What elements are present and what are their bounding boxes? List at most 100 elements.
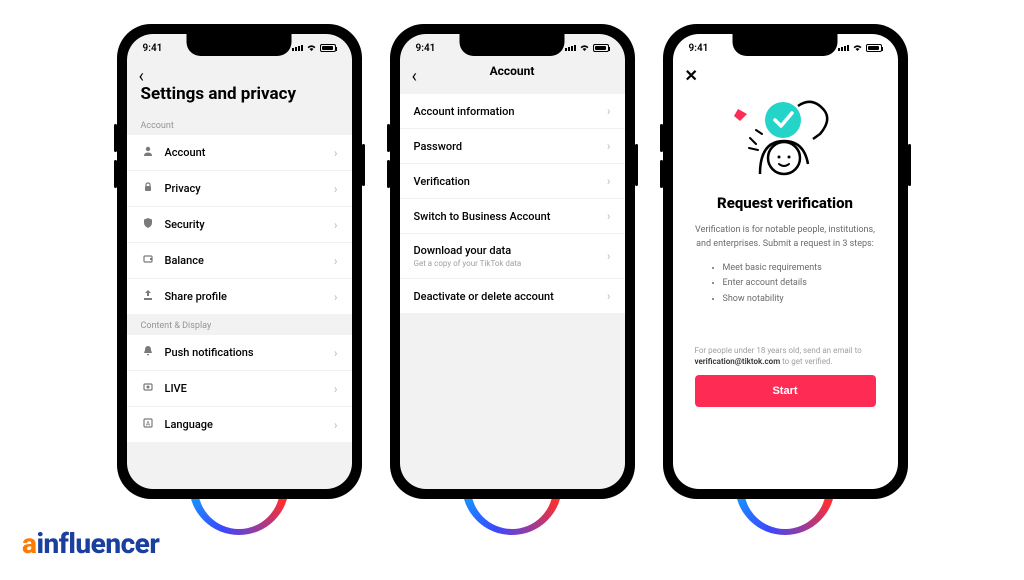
power-button xyxy=(635,144,638,186)
row-switch-business[interactable]: Switch to Business Account› xyxy=(400,199,625,234)
row-label: Push notifications xyxy=(165,346,334,359)
row-deactivate[interactable]: Deactivate or delete account› xyxy=(400,279,625,313)
svg-text:A: A xyxy=(146,421,150,428)
battery-icon xyxy=(866,44,882,52)
row-account[interactable]: Account › xyxy=(127,135,352,171)
chevron-right-icon: › xyxy=(334,182,338,196)
chevron-right-icon: › xyxy=(334,346,338,360)
note-part: to get verified. xyxy=(782,357,832,366)
wifi-icon xyxy=(852,43,863,54)
verify-steps: Meet basic requirements Enter account de… xyxy=(695,261,876,307)
row-text: Download your data xyxy=(414,244,512,257)
row-label: Balance xyxy=(165,254,334,267)
back-icon[interactable]: ‹ xyxy=(139,66,144,87)
signal-icon xyxy=(292,45,303,51)
notch xyxy=(187,34,292,56)
row-download-data[interactable]: Download your data Get a copy of your Ti… xyxy=(400,234,625,279)
row-push-notifications[interactable]: Push notifications › xyxy=(127,335,352,371)
status-time: 9:41 xyxy=(689,43,709,54)
step-item: Show notability xyxy=(723,292,876,307)
status-right xyxy=(565,43,609,54)
phone-frame: 9:41 ‹ Settings and privacy Account xyxy=(117,24,362,499)
chevron-right-icon: › xyxy=(607,139,611,153)
close-icon[interactable]: ✕ xyxy=(685,66,698,85)
section-label-content: Content & Display xyxy=(127,314,352,335)
row-live[interactable]: LIVE › xyxy=(127,371,352,407)
note-email: verification@tiktok.com xyxy=(695,357,781,366)
row-verification[interactable]: Verification› xyxy=(400,164,625,199)
page-title: Settings and privacy xyxy=(141,84,338,104)
row-balance[interactable]: Balance › xyxy=(127,243,352,279)
row-share-profile[interactable]: Share profile › xyxy=(127,279,352,314)
signal-icon xyxy=(838,45,849,51)
share-icon xyxy=(141,289,155,304)
brand-a: a xyxy=(22,527,36,560)
step-number: 2 xyxy=(505,502,520,532)
phone-frame: 9:41 ✕ xyxy=(663,24,908,499)
row-label: Download your data Get a copy of your Ti… xyxy=(414,244,607,268)
row-label: LIVE xyxy=(165,382,334,395)
chevron-right-icon: › xyxy=(334,290,338,304)
chevron-right-icon: › xyxy=(334,146,338,160)
power-button xyxy=(362,144,365,186)
header: ‹ Account xyxy=(400,62,625,94)
page-title: Account xyxy=(414,64,611,78)
live-icon xyxy=(141,381,155,396)
volume-buttons xyxy=(387,124,390,152)
status-time: 9:41 xyxy=(143,43,163,54)
notch xyxy=(460,34,565,56)
row-label: Account xyxy=(165,146,334,159)
row-security[interactable]: Security › xyxy=(127,207,352,243)
phone-row: 9:41 ‹ Settings and privacy Account xyxy=(0,0,1024,499)
chevron-right-icon: › xyxy=(607,209,611,223)
verify-body: Request verification Verification is for… xyxy=(673,86,898,407)
row-label: Language xyxy=(165,418,334,431)
bell-icon xyxy=(141,345,155,360)
notch xyxy=(733,34,838,56)
row-label: Switch to Business Account xyxy=(414,210,607,223)
start-button[interactable]: Start xyxy=(695,375,876,407)
row-label: Password xyxy=(414,140,607,153)
row-privacy[interactable]: Privacy › xyxy=(127,171,352,207)
step-item: Meet basic requirements xyxy=(723,261,876,276)
step-number: 3 xyxy=(778,502,793,532)
battery-icon xyxy=(593,44,609,52)
chevron-right-icon: › xyxy=(334,382,338,396)
power-button xyxy=(908,144,911,186)
battery-icon xyxy=(320,44,336,52)
row-label: Privacy xyxy=(165,182,334,195)
chevron-right-icon: › xyxy=(607,104,611,118)
step-item: Enter account details xyxy=(723,276,876,291)
chevron-right-icon: › xyxy=(334,254,338,268)
wifi-icon xyxy=(579,43,590,54)
status-right xyxy=(292,43,336,54)
row-label: Deactivate or delete account xyxy=(414,290,607,303)
language-icon: A xyxy=(141,417,155,432)
status-time: 9:41 xyxy=(416,43,436,54)
verification-illustration xyxy=(720,86,850,186)
row-language[interactable]: A Language › xyxy=(127,407,352,442)
screen-verification: 9:41 ✕ xyxy=(673,34,898,489)
header: ✕ xyxy=(673,62,898,74)
row-label: Verification xyxy=(414,175,607,188)
section-label-account: Account xyxy=(127,114,352,135)
row-password[interactable]: Password› xyxy=(400,129,625,164)
person-icon xyxy=(141,145,155,160)
list-account: Account › Privacy › Securi xyxy=(127,135,352,314)
signal-icon xyxy=(565,45,576,51)
phone-frame: 9:41 ‹ Account Account information› xyxy=(390,24,635,499)
row-account-information[interactable]: Account information› xyxy=(400,94,625,129)
verify-note: For people under 18 years old, send an e… xyxy=(695,345,876,367)
row-label: Share profile xyxy=(165,290,334,303)
wifi-icon xyxy=(306,43,317,54)
chevron-right-icon: › xyxy=(607,289,611,303)
chevron-right-icon: › xyxy=(334,218,338,232)
chevron-right-icon: › xyxy=(334,418,338,432)
balance-icon xyxy=(141,253,155,268)
list-account-detail: Account information› Password› Verificat… xyxy=(400,94,625,313)
header: ‹ Settings and privacy xyxy=(127,62,352,114)
back-icon[interactable]: ‹ xyxy=(412,66,417,87)
screen-account: 9:41 ‹ Account Account information› xyxy=(400,34,625,489)
step-number: 1 xyxy=(232,502,247,532)
lock-icon xyxy=(141,181,155,196)
